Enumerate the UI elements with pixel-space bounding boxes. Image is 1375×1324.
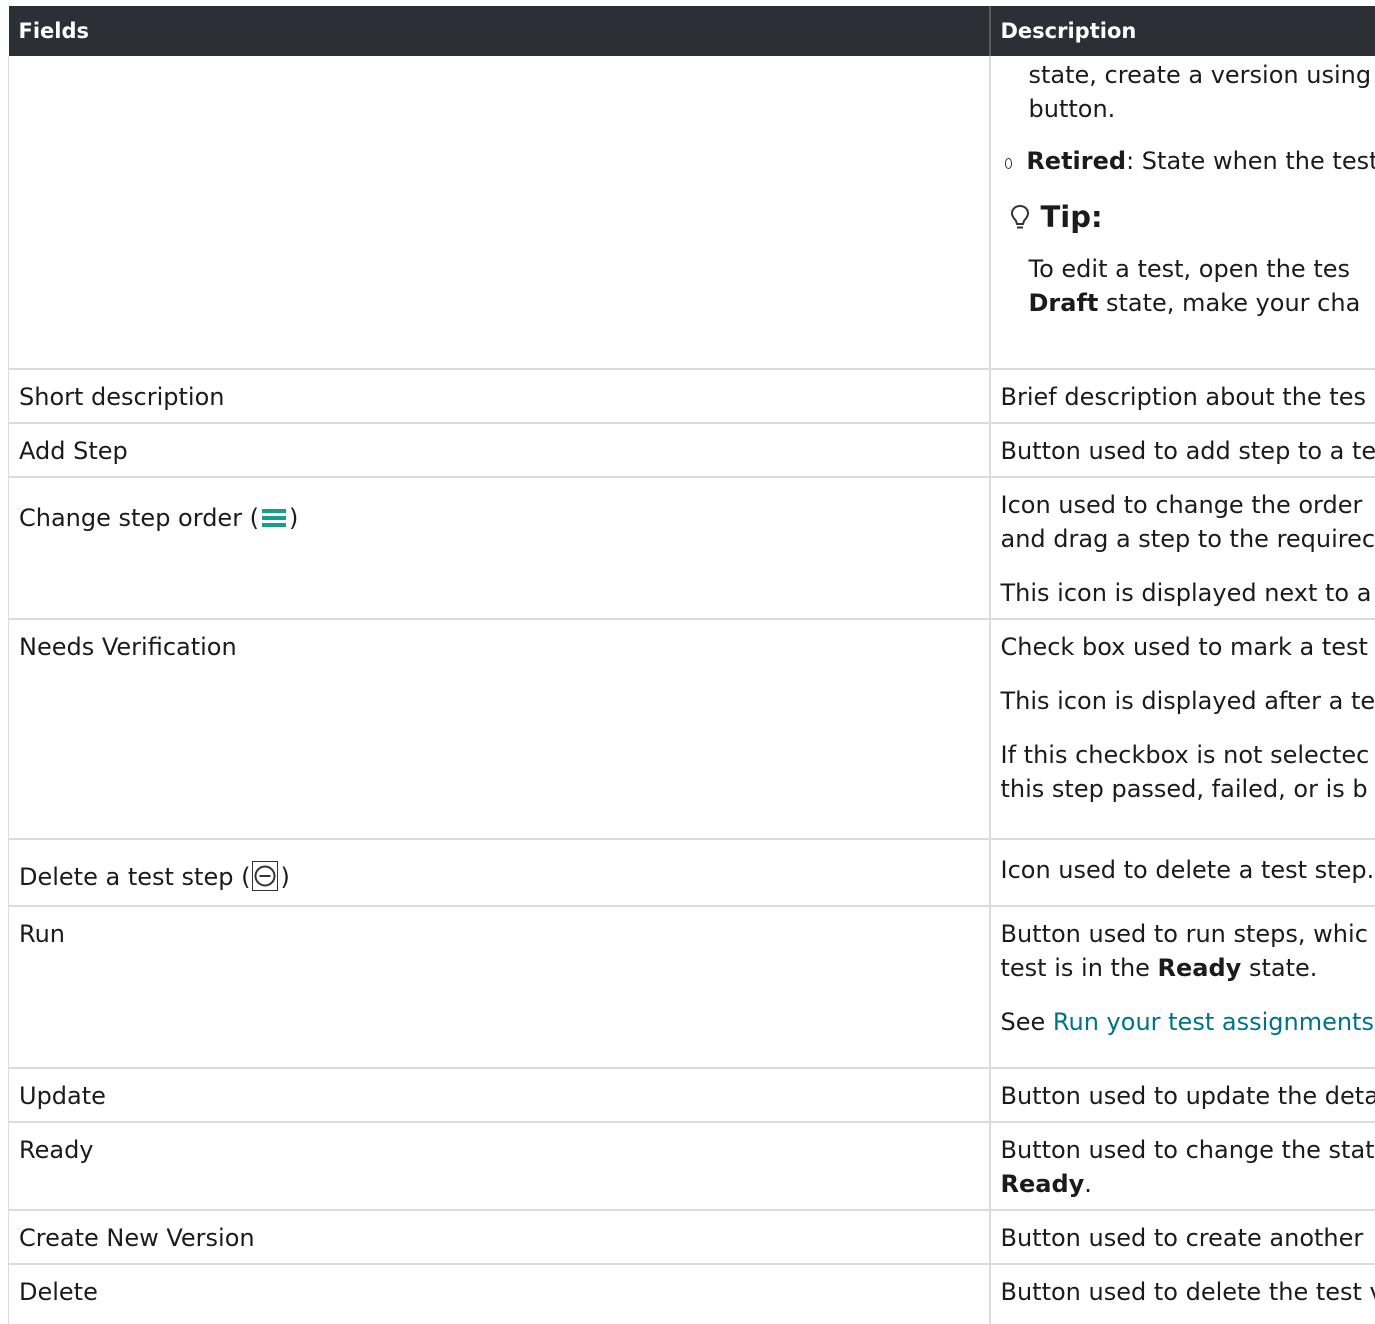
description-cell: state, create a version using button. Re… — [990, 56, 1375, 369]
field-label: ) — [280, 863, 289, 891]
description-text: Check box used to mark a test — [1001, 630, 1375, 664]
description-text: Button used to run steps, whic — [1001, 917, 1375, 951]
bullet-icon — [1005, 158, 1013, 169]
description-cell: Button used to update the deta — [990, 1068, 1375, 1122]
description-cell: Brief description about the tes — [990, 369, 1375, 423]
table-row: Run Button used to run steps, whic test … — [9, 906, 1375, 1068]
description-text: If this checkbox is not selectec — [1001, 738, 1375, 772]
description-cell: Check box used to mark a test This icon … — [990, 619, 1375, 839]
table-row: Update Button used to update the deta — [9, 1068, 1375, 1122]
tip-title: Tip: — [1041, 200, 1103, 234]
description-cell: Button used to delete the test v — [990, 1264, 1375, 1324]
description-text: See Run your test assignments — [1001, 1005, 1375, 1039]
table-row: Needs Verification Check box used to mar… — [9, 619, 1375, 839]
field-cell: Short description — [9, 369, 990, 423]
retired-text: : State when the test — [1126, 147, 1375, 175]
description-text-part: test is in the — [1001, 954, 1158, 982]
table-row: Delete Button used to delete the test v — [9, 1264, 1375, 1324]
tip-text: Draft state, make your cha — [1029, 286, 1375, 320]
table-header-row: Fields Description — [9, 6, 1375, 56]
menu-icon — [261, 506, 287, 530]
description-text: Icon used to change the order — [1001, 488, 1375, 522]
description-text: This icon is displayed after a te — [1001, 684, 1375, 718]
table-row: Ready Button used to change the stat Rea… — [9, 1122, 1375, 1210]
description-text: this step passed, failed, or is b — [1001, 772, 1375, 806]
run-test-assignments-link[interactable]: Run your test assignments — [1053, 1008, 1374, 1036]
field-label: ) — [289, 504, 298, 532]
description-text: test is in the Ready state. — [1001, 951, 1375, 985]
table-row: Create New Version Button used to create… — [9, 1210, 1375, 1264]
field-cell: Update — [9, 1068, 990, 1122]
field-cell: Needs Verification — [9, 619, 990, 839]
table-row: state, create a version using button. Re… — [9, 56, 1375, 369]
retired-label: Retired — [1026, 147, 1126, 175]
field-cell — [9, 56, 990, 369]
description-text-part: state. — [1241, 954, 1317, 982]
lightbulb-icon — [1009, 203, 1031, 231]
field-cell: Delete a test step () — [9, 839, 990, 906]
description-cell: Button used to change the stat Ready. — [990, 1122, 1375, 1210]
tip-body: To edit a test, open the tes Draft state… — [1001, 252, 1375, 320]
see-label: See — [1001, 1008, 1053, 1036]
tip-text: To edit a test, open the tes — [1029, 252, 1375, 286]
description-text: This icon is displayed next to a — [1001, 576, 1375, 610]
field-cell: Delete — [9, 1264, 990, 1324]
field-cell: Change step order () — [9, 477, 990, 619]
header-description: Description — [990, 6, 1375, 56]
tip-heading: Tip: — [1009, 200, 1375, 234]
field-label: Delete a test step ( — [19, 863, 250, 891]
description-cell: Button used to run steps, whic test is i… — [990, 906, 1375, 1068]
draft-label: Draft — [1029, 289, 1099, 317]
header-fields: Fields — [9, 6, 990, 56]
field-cell: Ready — [9, 1122, 990, 1210]
description-text: Button used to change the stat — [1001, 1133, 1375, 1167]
ready-label: Ready — [1158, 954, 1242, 982]
fields-table: Fields Description state, create a versi… — [8, 6, 1375, 1324]
field-cell: Run — [9, 906, 990, 1068]
description-text-part: . — [1084, 1170, 1092, 1198]
table-row: Add Step Button used to add step to a te — [9, 423, 1375, 477]
field-label: Change step order ( — [19, 504, 259, 532]
description-text: Ready. — [1001, 1167, 1375, 1201]
minus-circle-icon — [252, 861, 278, 891]
table-row: Short description Brief description abou… — [9, 369, 1375, 423]
description-cell: Icon used to delete a test step. — [990, 839, 1375, 906]
table-row: Change step order () Icon used to change… — [9, 477, 1375, 619]
state-text-line: state, create a version using — [1029, 58, 1375, 92]
field-cell: Add Step — [9, 423, 990, 477]
description-cell: Button used to add step to a te — [990, 423, 1375, 477]
description-cell: Icon used to change the order and drag a… — [990, 477, 1375, 619]
tip-text-rest: state, make your cha — [1098, 289, 1360, 317]
description-text: and drag a step to the requirec — [1001, 522, 1375, 556]
list-item: Retired: State when the test — [1001, 144, 1375, 178]
ready-label: Ready — [1001, 1170, 1085, 1198]
description-cell: Button used to create another — [990, 1210, 1375, 1264]
table-row: Delete a test step () Icon used to delet… — [9, 839, 1375, 906]
state-text-line: button. — [1029, 92, 1375, 126]
field-cell: Create New Version — [9, 1210, 990, 1264]
